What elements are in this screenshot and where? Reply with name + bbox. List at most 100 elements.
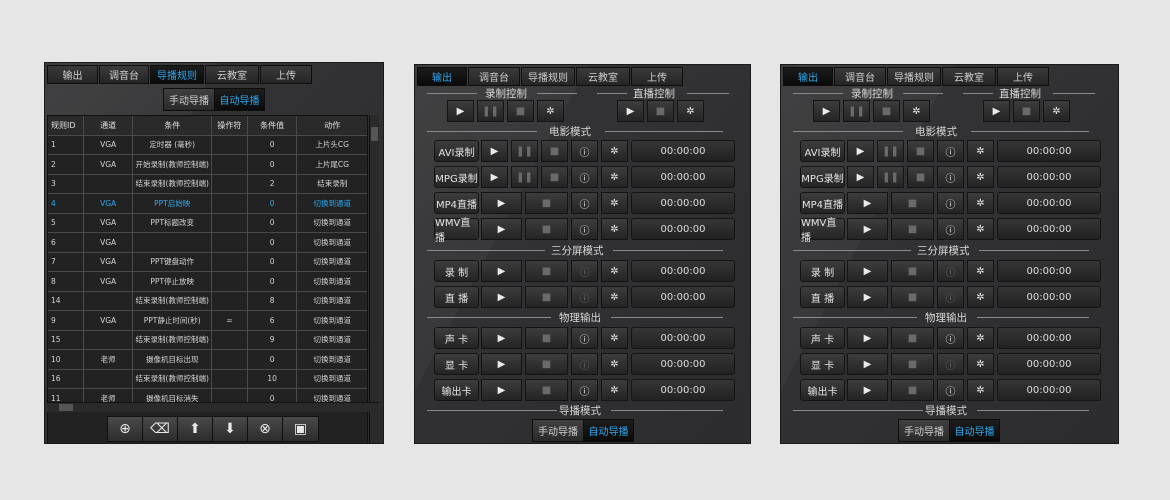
table-row[interactable]: 3 结束录制(教师控制端) 2 结束录制	[48, 174, 367, 194]
triple-settings-button[interactable]: ✲	[601, 286, 628, 308]
movie-row-label[interactable]: MPG录制	[800, 166, 845, 188]
movie-row-label[interactable]: AVI录制	[434, 140, 479, 162]
col-condition[interactable]: 条件	[133, 116, 212, 135]
movie-info-button[interactable]: ⓘ	[937, 218, 964, 240]
physical-row-label[interactable]: 显 卡	[434, 353, 479, 375]
movie-pause-button[interactable]: ❚❚	[511, 166, 538, 188]
movie-settings-button[interactable]: ✲	[967, 218, 994, 240]
table-row[interactable]: 10 老师 摄像机目标出现 0 切换到通道	[48, 350, 367, 370]
auto-director-button[interactable]: 自动导播	[949, 420, 999, 441]
triple-info-button[interactable]: ⓘ	[937, 286, 964, 308]
movie-play-button[interactable]: ▶	[481, 166, 508, 188]
physical-row-label[interactable]: 输出卡	[434, 379, 479, 401]
delete-rule-button[interactable]: ⊗	[248, 417, 283, 441]
physical-play-button[interactable]: ▶	[847, 379, 888, 401]
record-play-button[interactable]: ▶	[813, 100, 840, 122]
triple-settings-button[interactable]: ✲	[967, 260, 994, 282]
physical-settings-button[interactable]: ✲	[967, 327, 994, 349]
movie-play-button[interactable]: ▶	[847, 140, 874, 162]
tab-upload[interactable]: 上传	[260, 65, 312, 84]
table-vertical-scrollbar[interactable]	[369, 115, 379, 443]
col-rule-id[interactable]: 规则ID	[48, 116, 84, 135]
physical-row-label[interactable]: 声 卡	[800, 327, 845, 349]
auto-director-button[interactable]: 自动导播	[214, 89, 264, 110]
movie-pause-button[interactable]: ❚❚	[877, 140, 904, 162]
triple-info-button[interactable]: ⓘ	[571, 260, 598, 282]
triple-stop-button[interactable]: ■	[525, 286, 568, 308]
tab-mixer[interactable]: 调音台	[468, 67, 520, 86]
auto-director-button[interactable]: 自动导播	[583, 420, 633, 441]
physical-info-button[interactable]: ⓘ	[571, 327, 598, 349]
physical-row-label[interactable]: 声 卡	[434, 327, 479, 349]
movie-pause-button[interactable]: ❚❚	[877, 166, 904, 188]
movie-settings-button[interactable]: ✲	[601, 166, 628, 188]
physical-settings-button[interactable]: ✲	[601, 379, 628, 401]
physical-info-button[interactable]: ⓘ	[571, 379, 598, 401]
table-row[interactable]: 15 结束录制(教师控制端) 9 切换到通道	[48, 330, 367, 350]
manual-director-button[interactable]: 手动导播	[899, 420, 949, 441]
table-row[interactable]: 16 结束录制(教师控制端) 10 切换到通道	[48, 369, 367, 389]
triple-stop-button[interactable]: ■	[525, 260, 568, 282]
tab-output[interactable]: 输出	[47, 65, 98, 84]
movie-stop-button[interactable]: ■	[907, 166, 934, 188]
live-stop-button[interactable]: ■	[1013, 100, 1040, 122]
movie-info-button[interactable]: ⓘ	[571, 140, 598, 162]
table-row[interactable]: 6 VGA 0 切换到通道	[48, 233, 367, 253]
tab-director-rules[interactable]: 导播规则	[887, 67, 941, 86]
movie-stop-button[interactable]: ■	[541, 140, 568, 162]
movie-stop-button[interactable]: ■	[891, 218, 934, 240]
col-condition-value[interactable]: 条件值	[247, 116, 298, 135]
record-play-button[interactable]: ▶	[447, 100, 474, 122]
movie-settings-button[interactable]: ✲	[967, 166, 994, 188]
manual-director-button[interactable]: 手动导播	[164, 89, 214, 110]
physical-settings-button[interactable]: ✲	[601, 353, 628, 375]
movie-play-button[interactable]: ▶	[847, 218, 888, 240]
move-down-button[interactable]: ⬇	[213, 417, 248, 441]
physical-play-button[interactable]: ▶	[847, 353, 888, 375]
clear-rule-button[interactable]: ⌫	[143, 417, 178, 441]
triple-row-label[interactable]: 直 播	[800, 286, 845, 308]
physical-play-button[interactable]: ▶	[481, 379, 522, 401]
physical-play-button[interactable]: ▶	[847, 327, 888, 349]
movie-play-button[interactable]: ▶	[481, 192, 522, 214]
triple-stop-button[interactable]: ■	[891, 260, 934, 282]
table-row[interactable]: 5 VGA PPT标题改变 0 切换到通道	[48, 213, 367, 233]
table-row[interactable]: 2 VGA 开始录制(教师控制端) 0 上片尾CG	[48, 155, 367, 175]
physical-info-button[interactable]: ⓘ	[937, 327, 964, 349]
physical-settings-button[interactable]: ✲	[967, 379, 994, 401]
physical-info-button[interactable]: ⓘ	[937, 379, 964, 401]
triple-play-button[interactable]: ▶	[847, 286, 888, 308]
physical-stop-button[interactable]: ■	[891, 353, 934, 375]
movie-play-button[interactable]: ▶	[847, 192, 888, 214]
physical-settings-button[interactable]: ✲	[967, 353, 994, 375]
move-up-button[interactable]: ⬆	[178, 417, 213, 441]
table-row[interactable]: 9 VGA PPT静止时间(秒) = 6 切换到通道	[48, 311, 367, 331]
tab-cloud-classroom[interactable]: 云教室	[576, 67, 630, 86]
triple-play-button[interactable]: ▶	[481, 286, 522, 308]
physical-stop-button[interactable]: ■	[525, 353, 568, 375]
physical-row-label[interactable]: 显 卡	[800, 353, 845, 375]
movie-info-button[interactable]: ⓘ	[571, 166, 598, 188]
physical-stop-button[interactable]: ■	[891, 379, 934, 401]
physical-info-button[interactable]: ⓘ	[571, 353, 598, 375]
movie-row-label[interactable]: MP4直播	[800, 192, 845, 214]
physical-settings-button[interactable]: ✲	[601, 327, 628, 349]
movie-settings-button[interactable]: ✲	[967, 140, 994, 162]
triple-play-button[interactable]: ▶	[481, 260, 522, 282]
table-row[interactable]: 1 VGA 定时器 (毫秒) 0 上片头CG	[48, 135, 367, 155]
movie-play-button[interactable]: ▶	[847, 166, 874, 188]
record-settings-button[interactable]: ✲	[903, 100, 930, 122]
save-rules-button[interactable]: ▣	[283, 417, 318, 441]
table-horizontal-scrollbar[interactable]	[47, 402, 379, 412]
movie-info-button[interactable]: ⓘ	[571, 192, 598, 214]
tab-output[interactable]: 输出	[783, 67, 833, 86]
live-play-button[interactable]: ▶	[617, 100, 644, 122]
tab-output[interactable]: 输出	[417, 67, 467, 86]
triple-settings-button[interactable]: ✲	[967, 286, 994, 308]
col-operator[interactable]: 操作符	[211, 116, 248, 135]
movie-info-button[interactable]: ⓘ	[937, 166, 964, 188]
movie-settings-button[interactable]: ✲	[601, 192, 628, 214]
table-row[interactable]: 4 VGA PPT启始映 0 切换到通道	[48, 194, 367, 214]
movie-row-label[interactable]: MP4直播	[434, 192, 479, 214]
movie-info-button[interactable]: ⓘ	[937, 140, 964, 162]
